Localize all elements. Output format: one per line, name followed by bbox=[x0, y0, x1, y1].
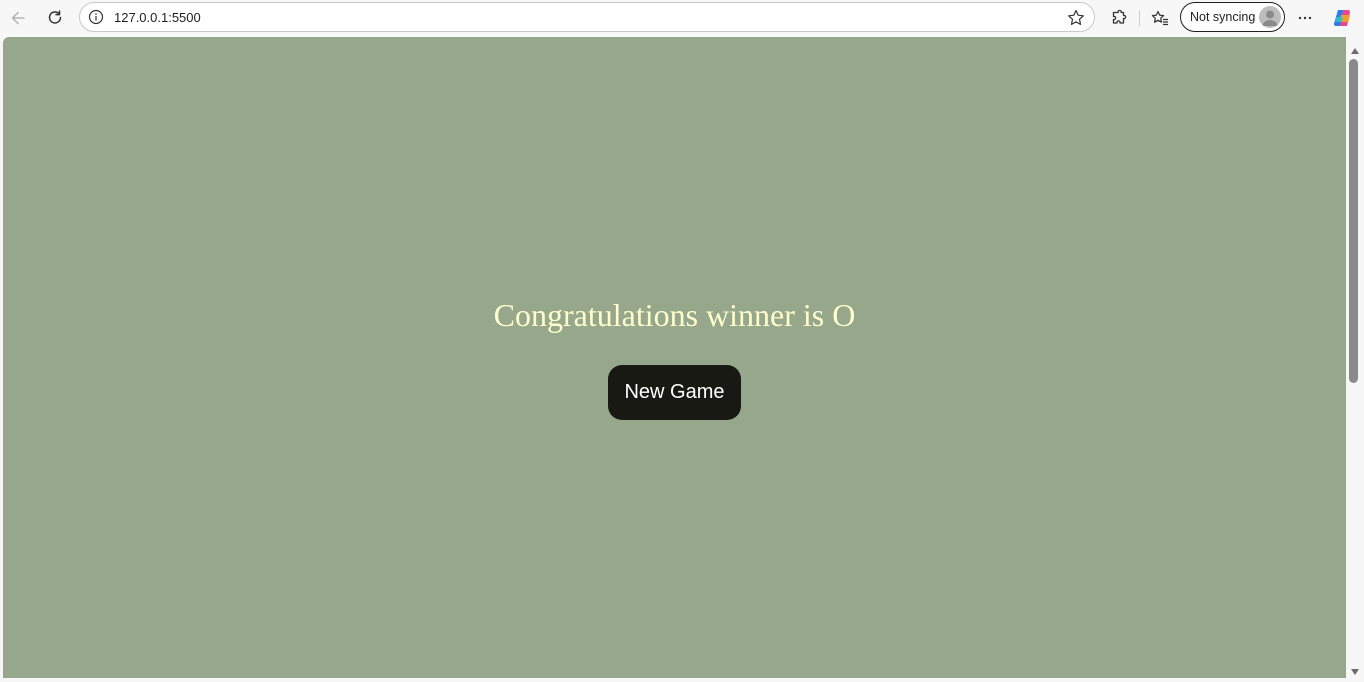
scroll-down-arrow-icon[interactable] bbox=[1350, 664, 1360, 675]
copilot-icon[interactable] bbox=[1329, 4, 1357, 32]
back-arrow-icon[interactable] bbox=[4, 4, 32, 32]
sync-status-label: Not syncing bbox=[1190, 10, 1256, 24]
favorites-icon[interactable] bbox=[1146, 4, 1174, 32]
toolbar-separator bbox=[1139, 10, 1140, 26]
info-icon[interactable] bbox=[88, 9, 104, 25]
new-game-button[interactable]: New Game bbox=[608, 365, 741, 420]
star-icon[interactable] bbox=[1066, 8, 1086, 28]
browser-toolbar: 127.0.0.1:5500 Not syncing bbox=[0, 0, 1364, 36]
profile-button[interactable]: Not syncing bbox=[1180, 2, 1285, 32]
scroll-thumb[interactable] bbox=[1349, 59, 1358, 383]
page-viewport: Congratulations winner is O New Game bbox=[3, 37, 1346, 678]
refresh-icon[interactable] bbox=[41, 4, 69, 32]
scroll-up-arrow-icon[interactable] bbox=[1350, 43, 1360, 54]
winner-message: Congratulations winner is O bbox=[493, 297, 856, 333]
more-dots-icon[interactable] bbox=[1291, 4, 1319, 32]
scrollbar[interactable] bbox=[1346, 37, 1364, 678]
puzzle-icon[interactable] bbox=[1105, 4, 1133, 32]
address-bar[interactable]: 127.0.0.1:5500 bbox=[79, 2, 1095, 32]
url-text[interactable]: 127.0.0.1:5500 bbox=[114, 10, 201, 25]
avatar-icon bbox=[1259, 6, 1281, 28]
